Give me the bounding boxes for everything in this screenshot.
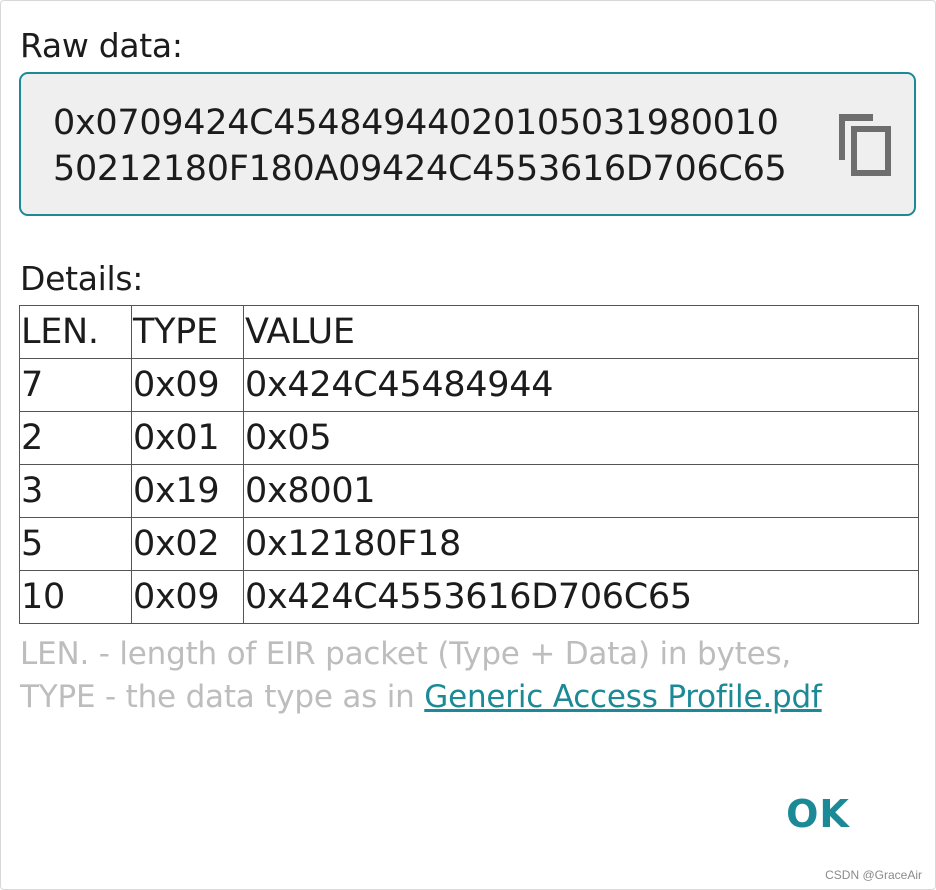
table-row: 7 0x09 0x424C45484944 xyxy=(19,358,919,412)
table-row: 5 0x02 0x12180F18 xyxy=(19,517,919,571)
details-table: LEN. TYPE VALUE 7 0x09 0x424C45484944 2 … xyxy=(19,305,919,624)
ok-button[interactable]: OK xyxy=(770,786,866,842)
cell-type: 0x09 xyxy=(131,358,244,412)
cell-value: 0x05 xyxy=(243,411,919,465)
raw-data-line-1: 0x0709424C45484944020105031980010 xyxy=(53,103,779,143)
header-type: TYPE xyxy=(131,305,244,359)
cell-type: 0x02 xyxy=(131,517,244,571)
cell-len: 7 xyxy=(19,358,132,412)
footnote-line-2-prefix: TYPE - the data type as in xyxy=(20,679,425,715)
footnote: LEN. - length of EIR packet (Type + Data… xyxy=(20,633,822,719)
watermark: CSDN @GraceAir xyxy=(825,868,922,882)
copy-button[interactable] xyxy=(833,110,897,180)
cell-len: 10 xyxy=(19,570,132,624)
raw-data-box: 0x0709424C45484944020105031980010 502121… xyxy=(19,72,916,216)
cell-type: 0x09 xyxy=(131,570,244,624)
table-header-row: LEN. TYPE VALUE xyxy=(19,305,919,359)
cell-value: 0x12180F18 xyxy=(243,517,919,571)
table-row: 10 0x09 0x424C4553616D706C65 xyxy=(19,570,919,624)
cell-len: 5 xyxy=(19,517,132,571)
details-label: Details: xyxy=(20,259,144,298)
gap-spec-link[interactable]: Generic Access Profile.pdf xyxy=(424,679,822,715)
raw-data-dialog: Raw data: 0x0709424C45484944020105031980… xyxy=(0,0,936,890)
table-row: 2 0x01 0x05 xyxy=(19,411,919,465)
cell-value: 0x8001 xyxy=(243,464,919,518)
header-len: LEN. xyxy=(19,305,132,359)
table-row: 3 0x19 0x8001 xyxy=(19,464,919,518)
cell-len: 2 xyxy=(19,411,132,465)
raw-data-value: 0x0709424C45484944020105031980010 502121… xyxy=(53,100,813,192)
cell-type: 0x19 xyxy=(131,464,244,518)
cell-type: 0x01 xyxy=(131,411,244,465)
header-value: VALUE xyxy=(243,305,919,359)
footnote-line-1: LEN. - length of EIR packet (Type + Data… xyxy=(20,636,792,672)
raw-data-line-2: 50212180F180A09424C4553616D706C65 xyxy=(53,149,787,189)
footnote-line-2: TYPE - the data type as in Generic Acces… xyxy=(20,676,822,719)
raw-data-label: Raw data: xyxy=(20,26,183,65)
cell-value: 0x424C45484944 xyxy=(243,358,919,412)
copy-icon xyxy=(839,114,891,176)
cell-value: 0x424C4553616D706C65 xyxy=(243,570,919,624)
cell-len: 3 xyxy=(19,464,132,518)
